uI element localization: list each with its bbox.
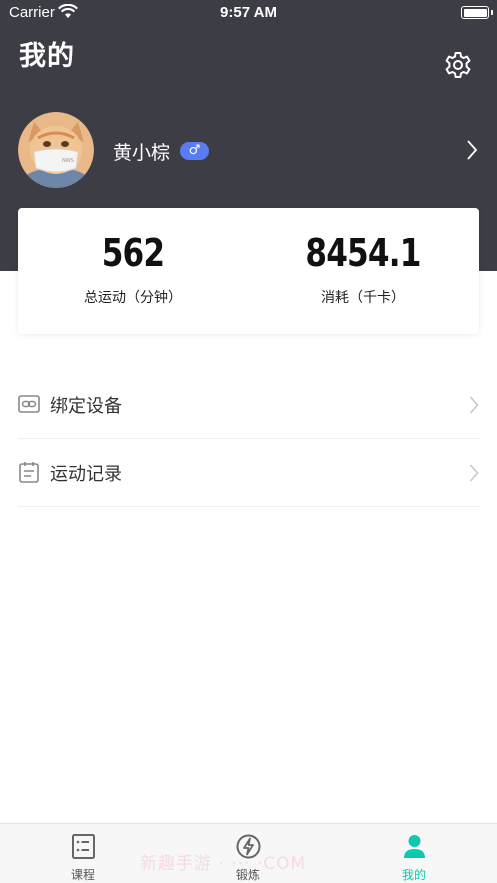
battery-icon bbox=[461, 6, 489, 19]
total-exercise-value: 562 bbox=[101, 231, 165, 275]
total-exercise-label: 总运动（分钟） bbox=[84, 290, 182, 306]
person-icon bbox=[404, 835, 425, 858]
tab-courses[interactable]: 课程 bbox=[23, 824, 143, 883]
stats-card: 562 总运动（分钟） 8454.1 消耗（千卡） bbox=[18, 208, 479, 334]
menu-label-bind-device: 绑定设备 bbox=[50, 396, 122, 417]
gender-male-badge: ♂ bbox=[180, 142, 209, 160]
username: 黄小棕 bbox=[113, 142, 171, 164]
status-time: 9:57 AM bbox=[220, 4, 277, 21]
calories-stat: 8454.1 消耗（千卡） bbox=[248, 208, 478, 307]
battery-tip bbox=[491, 10, 493, 15]
tab-mine[interactable]: 我的 bbox=[354, 824, 474, 883]
tab-label-courses: 课程 bbox=[70, 868, 95, 882]
settings-gear-icon[interactable] bbox=[442, 49, 474, 81]
calories-label: 消耗（千卡） bbox=[321, 290, 405, 306]
tab-label-mine: 我的 bbox=[401, 868, 426, 882]
watermark: 新趣手游 · ··· ·COM bbox=[140, 854, 307, 874]
menu-item-exercise-records[interactable]: 运动记录 bbox=[18, 439, 479, 507]
chevron-right-icon bbox=[469, 464, 479, 482]
chevron-right-icon bbox=[467, 140, 478, 160]
menu-label-exercise-records: 运动记录 bbox=[50, 464, 122, 485]
calories-value: 8454.1 bbox=[305, 231, 421, 275]
profile-row[interactable]: NWS 黄小棕 ♂ bbox=[0, 112, 497, 192]
menu-item-bind-device[interactable]: 绑定设备 bbox=[18, 371, 479, 439]
calendar-icon bbox=[19, 462, 39, 483]
chevron-right-icon bbox=[469, 396, 479, 414]
svg-text:NWS: NWS bbox=[62, 158, 74, 164]
course-list-icon bbox=[72, 834, 95, 859]
status-bar: Carrier 9:57 AM bbox=[0, 0, 497, 26]
link-icon bbox=[18, 395, 40, 413]
avatar[interactable]: NWS bbox=[18, 112, 94, 188]
total-exercise-stat: 562 总运动（分钟） bbox=[18, 208, 248, 307]
page-title: 我的 bbox=[19, 41, 75, 72]
my-profile-screen: Carrier 9:57 AM 我的 NWS 黄小棕 ♂ 562 总运动（分钟）… bbox=[0, 0, 497, 883]
